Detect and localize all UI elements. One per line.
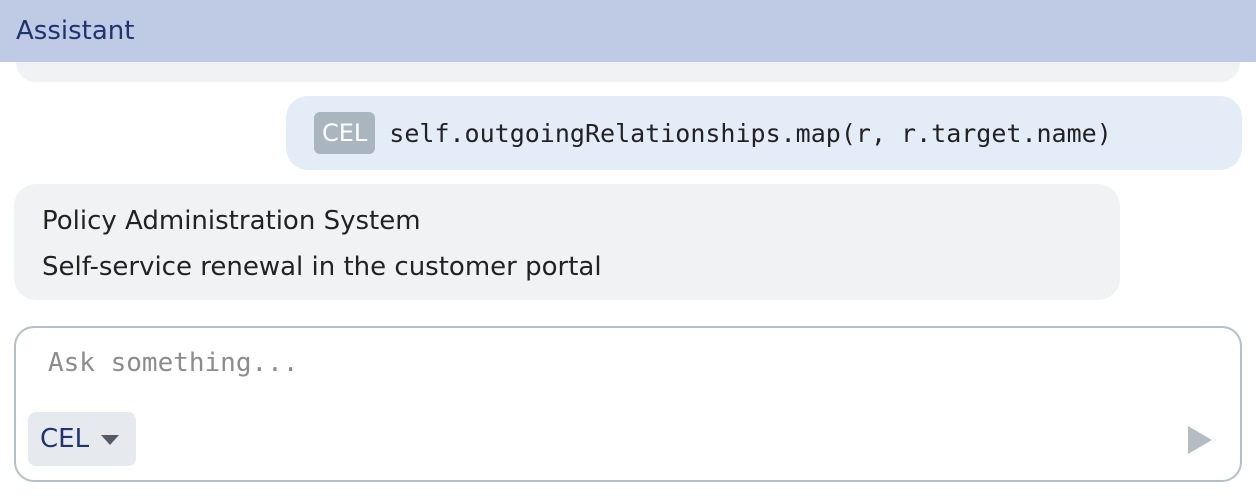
reply-line: Self-service renewal in the customer por… <box>42 252 602 282</box>
ask-input[interactable] <box>36 342 1206 384</box>
caret-down-icon <box>101 435 120 445</box>
panel-title: Assistant <box>16 16 135 46</box>
message-list[interactable]: CEL self.outgoingRelationships.map(r, r.… <box>0 62 1256 314</box>
previous-message-bubble <box>16 62 1240 82</box>
assistant-reply-bubble: Policy Administration System Self-servic… <box>14 184 1120 300</box>
send-button[interactable] <box>1176 416 1224 464</box>
panel-header: Assistant <box>0 0 1256 62</box>
user-message-bubble: CEL self.outgoingRelationships.map(r, r.… <box>286 96 1242 170</box>
user-query-text: self.outgoingRelationships.map(r, r.targ… <box>389 118 1112 148</box>
language-badge: CEL <box>314 112 376 154</box>
language-select-value: CEL <box>40 424 90 454</box>
play-icon <box>1188 426 1212 454</box>
language-select[interactable]: CEL <box>28 412 136 466</box>
reply-line: Policy Administration System <box>42 206 421 236</box>
composer: CEL <box>14 326 1242 482</box>
assistant-panel: Assistant CEL self.outgoingRelationships… <box>0 0 1256 496</box>
